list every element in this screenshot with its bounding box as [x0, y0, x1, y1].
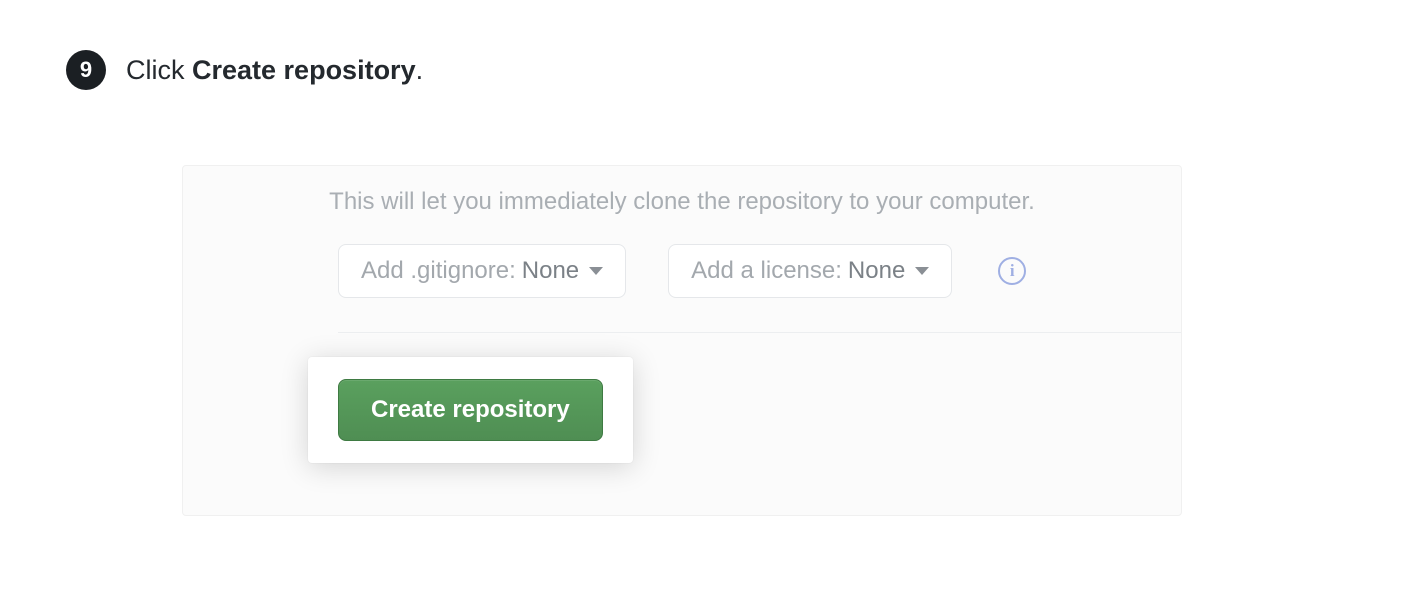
license-dropdown[interactable]: Add a license: None	[668, 244, 952, 298]
step-number-badge: 9	[66, 50, 106, 90]
step-instruction: Click Create repository.	[126, 55, 423, 86]
screenshot-panel: This will let you immediately clone the …	[182, 165, 1182, 516]
gitignore-value: None	[522, 257, 579, 285]
step-suffix: .	[416, 55, 424, 85]
dropdown-row: Add .gitignore: None Add a license: None…	[183, 244, 1181, 332]
step-prefix: Click	[126, 55, 192, 85]
step-bold: Create repository	[192, 55, 416, 85]
gitignore-dropdown[interactable]: Add .gitignore: None	[338, 244, 626, 298]
license-value: None	[848, 257, 905, 285]
step-row: 9 Click Create repository.	[0, 0, 1424, 90]
highlight-callout: Create repository	[308, 357, 633, 463]
caret-down-icon	[915, 267, 929, 275]
create-repository-button[interactable]: Create repository	[338, 379, 603, 441]
caret-down-icon	[589, 267, 603, 275]
gitignore-label: Add .gitignore:	[361, 257, 516, 285]
action-area: Create repository	[183, 333, 1181, 515]
license-label: Add a license:	[691, 257, 842, 285]
panel-hint-text: This will let you immediately clone the …	[183, 166, 1181, 244]
info-icon[interactable]: i	[998, 257, 1026, 285]
